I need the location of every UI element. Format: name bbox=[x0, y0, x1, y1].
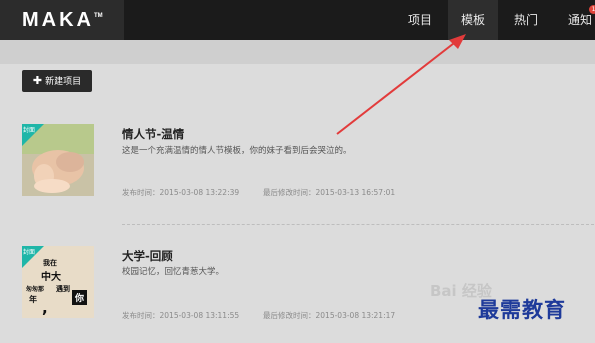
watermark-text: 最需教育 bbox=[478, 297, 566, 322]
annotation-arrow-icon bbox=[336, 34, 466, 135]
